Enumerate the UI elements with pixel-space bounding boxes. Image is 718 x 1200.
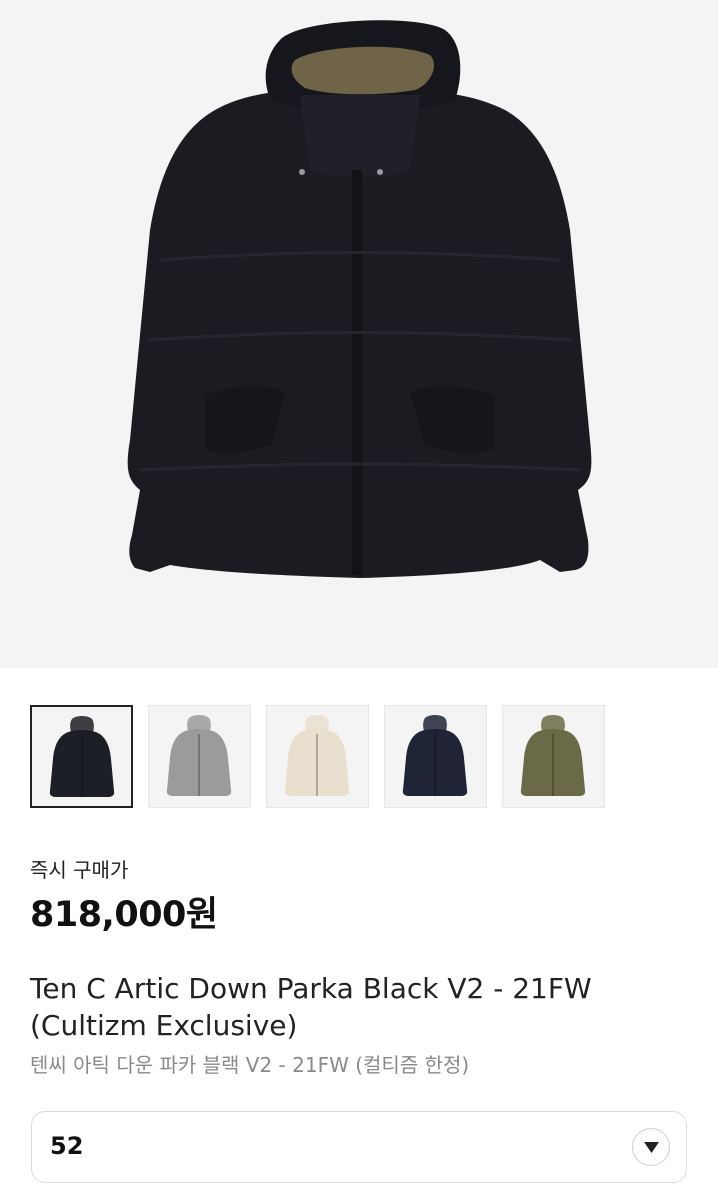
instant-buy-label: 즉시 구매가: [30, 858, 129, 882]
product-title-ko: 텐씨 아틱 다운 파카 블랙 V2 - 21FW (컬티즘 한정): [30, 1053, 470, 1077]
thumbnail-olive[interactable]: [502, 705, 605, 808]
size-selected-value: 52: [50, 1132, 84, 1160]
parka-thumbnail-image: [520, 715, 586, 796]
parka-thumbnail-image: [166, 715, 232, 796]
thumbnail-grey[interactable]: [148, 705, 251, 808]
price: 818,000원: [30, 895, 218, 935]
size-select[interactable]: 52: [31, 1111, 687, 1183]
chevron-down-icon: [644, 1142, 659, 1153]
parka-thumbnail-image: [49, 716, 115, 797]
dropdown-button[interactable]: [632, 1128, 670, 1166]
parka-illustration: [127, 20, 592, 579]
thumbnail-navy[interactable]: [384, 705, 487, 808]
thumbnail-black[interactable]: [30, 705, 133, 808]
color-variant-thumbnails: [30, 705, 710, 809]
product-main-image[interactable]: [0, 0, 718, 668]
parka-thumbnail-image: [402, 715, 468, 796]
parka-thumbnail-image: [284, 715, 350, 796]
product-title-en: Ten C Artic Down Parka Black V2 - 21FW (…: [30, 972, 592, 1042]
thumbnail-beige[interactable]: [266, 705, 369, 808]
